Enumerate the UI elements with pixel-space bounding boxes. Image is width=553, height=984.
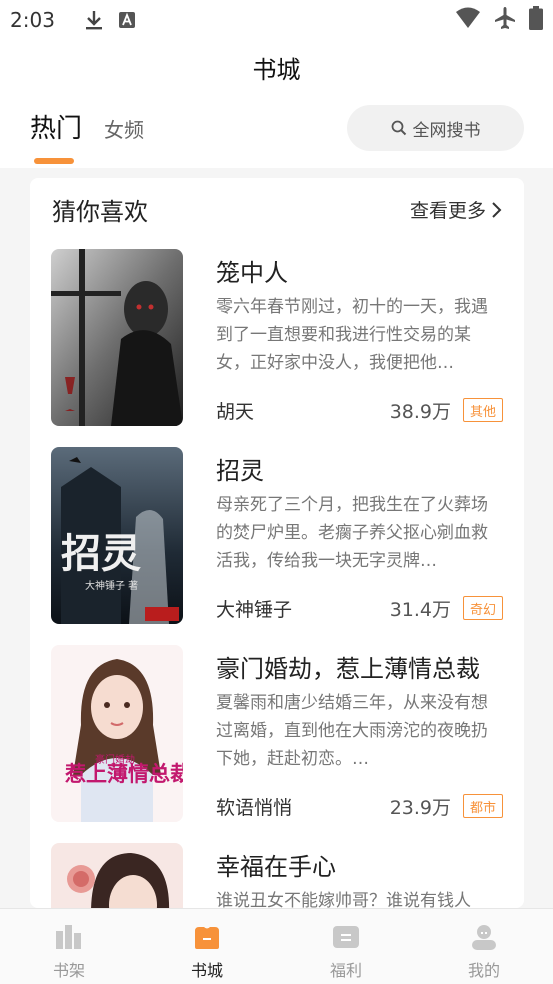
book-title: 幸福在手心 bbox=[216, 853, 336, 881]
battery-icon bbox=[529, 6, 543, 30]
book-cover[interactable] bbox=[51, 249, 183, 426]
section-title: 猜你喜欢 bbox=[52, 198, 148, 226]
book-description: 零六年春节刚过，初十的一天，我遇到了一直想要和我进行性交易的某女，正好家中没人，… bbox=[216, 297, 488, 373]
bookshelf-icon bbox=[56, 925, 81, 949]
cover-image-woman-portrait: 惹上薄情总裁 豪门婚劫 bbox=[51, 645, 183, 822]
cover-image-dark-figure bbox=[51, 249, 183, 426]
page-title: 书城 bbox=[252, 56, 301, 84]
book-category-tag: 都市 bbox=[463, 794, 503, 818]
book-title: 笼中人 bbox=[216, 259, 288, 287]
book-cover[interactable]: 招灵 大神锤子 著 bbox=[51, 447, 183, 624]
book-description: 母亲死了三个月，把我生在了火葬场的焚尸炉里。老瘸子养父抠心剜血救活我，传给我一块… bbox=[216, 495, 488, 571]
book-item[interactable]: 惹上薄情总裁 豪门婚劫 豪门婚劫，惹上薄情总裁 夏馨雨和唐少结婚三年，从来没有想… bbox=[51, 645, 503, 823]
status-time: 2:03 bbox=[10, 8, 55, 32]
book-word-count: 31.4万 bbox=[389, 599, 451, 621]
search-icon bbox=[391, 120, 406, 136]
nav-bookshelf[interactable]: 书架 bbox=[29, 909, 109, 984]
tab-hot[interactable]: 热门 bbox=[30, 108, 82, 145]
nav-profile[interactable]: 我的 bbox=[444, 909, 524, 984]
nav-label: 福利 bbox=[329, 961, 362, 980]
book-category-tag: 其他 bbox=[463, 398, 503, 422]
cover-author-text: 大神锤子 著 bbox=[85, 579, 138, 592]
book-word-count: 38.9万 bbox=[389, 401, 451, 423]
nav-welfare[interactable]: 福利 bbox=[306, 909, 386, 984]
bookstore-icon bbox=[195, 927, 219, 949]
tab-bar: 热门 女频 全网搜书 bbox=[0, 100, 553, 168]
tab-female[interactable]: 女频 bbox=[104, 114, 144, 143]
nav-bookstore[interactable]: 书城 bbox=[167, 909, 247, 984]
app-notification-icon bbox=[118, 12, 135, 28]
chevron-right-icon bbox=[492, 201, 502, 218]
profile-icon bbox=[472, 925, 496, 950]
search-button[interactable]: 全网搜书 bbox=[347, 105, 524, 151]
cover-title-text: 招灵 bbox=[61, 530, 141, 577]
status-bar: 2:03 bbox=[0, 0, 553, 40]
section-header: 猜你喜欢 查看更多 bbox=[52, 192, 502, 228]
active-tab-indicator bbox=[34, 158, 74, 164]
book-title: 招灵 bbox=[216, 457, 264, 485]
book-cover[interactable] bbox=[51, 843, 183, 908]
book-description: 夏馨雨和唐少结婚三年，从来没有想过离婚，直到他在大雨滂沱的夜晚扔下她，赶赴初恋。… bbox=[216, 693, 488, 769]
book-item[interactable]: 笼中人 零六年春节刚过，初十的一天，我遇到了一直想要和我进行性交易的某女，正好家… bbox=[51, 249, 503, 427]
book-author: 大神锤子 bbox=[216, 599, 293, 621]
cover-image-rose-girl bbox=[51, 843, 183, 908]
recommend-card: 猜你喜欢 查看更多 笼中人 零六年春节刚过，初十的一天，我遇到了一直想要和我进行… bbox=[30, 178, 524, 908]
welfare-icon bbox=[333, 926, 359, 948]
book-item[interactable]: 幸福在手心 谁说丑女不能嫁帅哥？谁说有钱人 bbox=[51, 843, 503, 908]
book-word-count: 23.9万 bbox=[389, 797, 451, 819]
bottom-navigation: 书架 书城 福利 我的 bbox=[0, 908, 553, 984]
cover-subtitle-text: 豪门婚劫 bbox=[95, 753, 135, 766]
book-item[interactable]: 招灵 大神锤子 著 招灵 母亲死了三个月，把我生在了火葬场的焚尸炉里。老瘸子养父… bbox=[51, 447, 503, 625]
cover-image-haunted-house: 招灵 大神锤子 著 bbox=[51, 447, 183, 624]
book-description: 谁说丑女不能嫁帅哥？谁说有钱人 bbox=[216, 891, 471, 908]
wifi-icon bbox=[456, 7, 480, 28]
book-author: 胡天 bbox=[216, 401, 255, 423]
search-placeholder: 全网搜书 bbox=[412, 120, 481, 141]
book-cover[interactable]: 惹上薄情总裁 豪门婚劫 bbox=[51, 645, 183, 822]
airplane-icon bbox=[495, 7, 515, 29]
book-title: 豪门婚劫，惹上薄情总裁 bbox=[216, 655, 480, 683]
download-icon bbox=[85, 11, 102, 30]
see-more-link[interactable]: 查看更多 bbox=[410, 196, 502, 223]
nav-label: 我的 bbox=[467, 961, 500, 980]
nav-label: 书架 bbox=[52, 961, 85, 980]
book-category-tag: 奇幻 bbox=[463, 596, 503, 620]
nav-label: 书城 bbox=[190, 961, 223, 980]
book-author: 软语悄悄 bbox=[216, 797, 293, 819]
see-more-label: 查看更多 bbox=[409, 200, 486, 222]
